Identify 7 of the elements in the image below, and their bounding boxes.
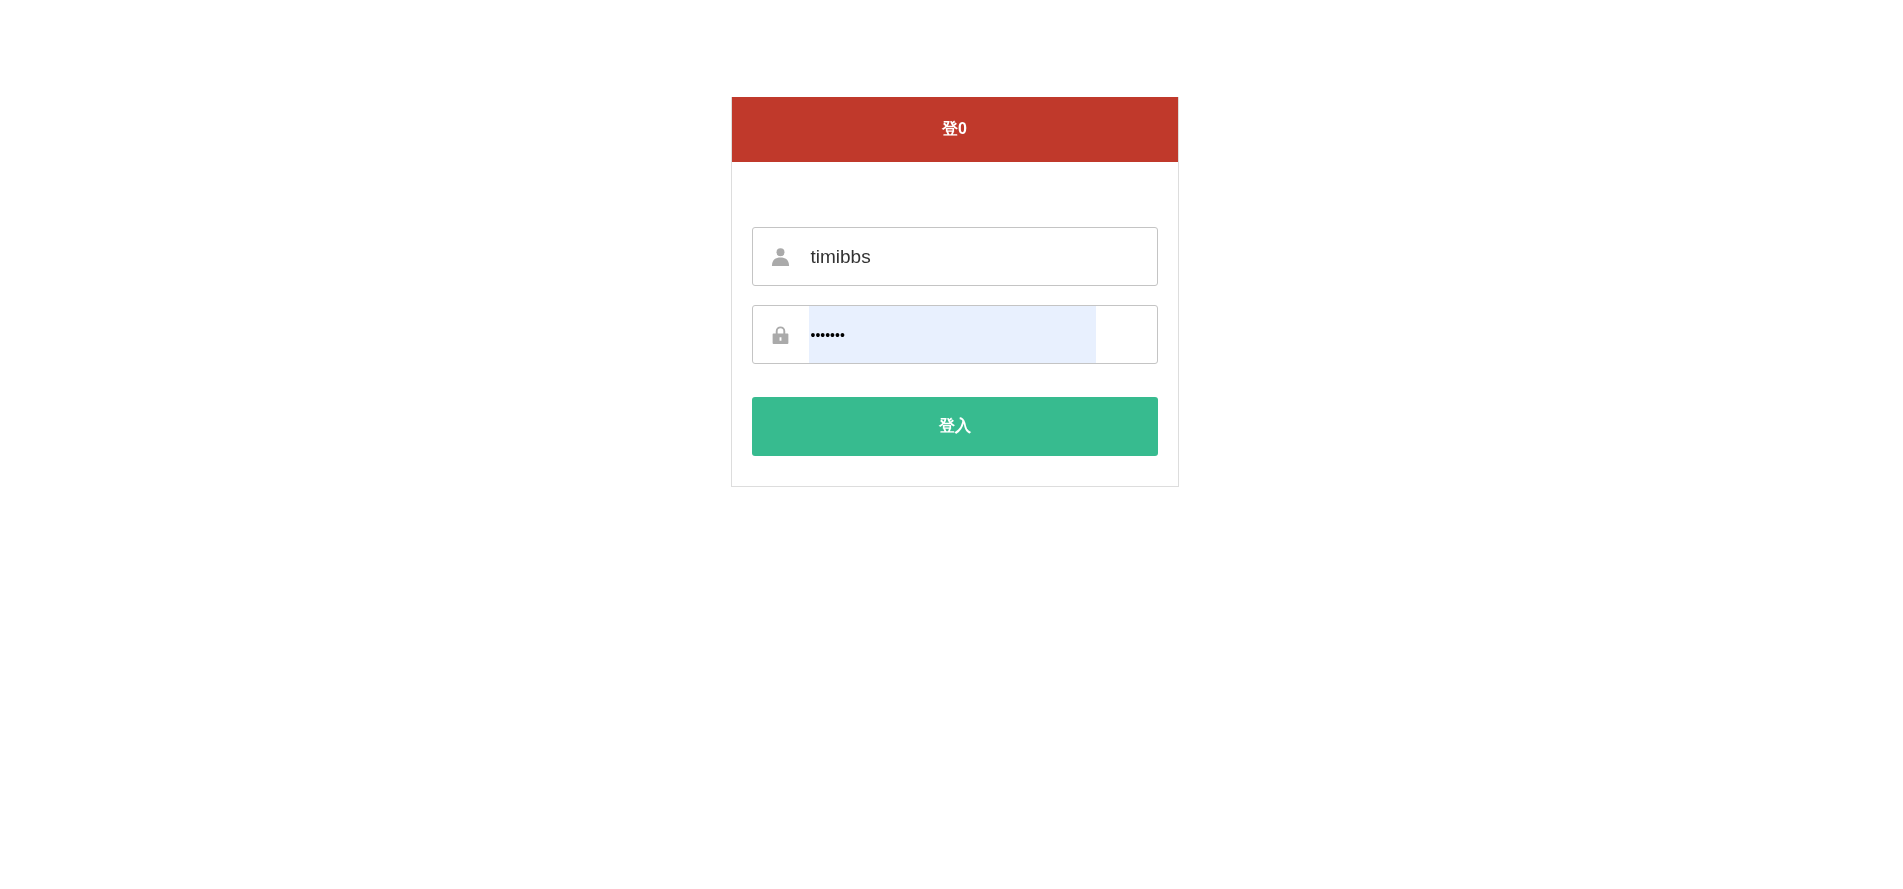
password-value: ••••••• — [808, 306, 1096, 363]
lock-icon — [770, 325, 790, 344]
login-title: 登0 — [942, 119, 967, 139]
password-field[interactable]: ••••••• — [751, 305, 1158, 364]
username-value: timibbs — [809, 244, 872, 269]
username-field[interactable]: timibbs — [751, 227, 1158, 286]
user-icon — [770, 247, 790, 266]
